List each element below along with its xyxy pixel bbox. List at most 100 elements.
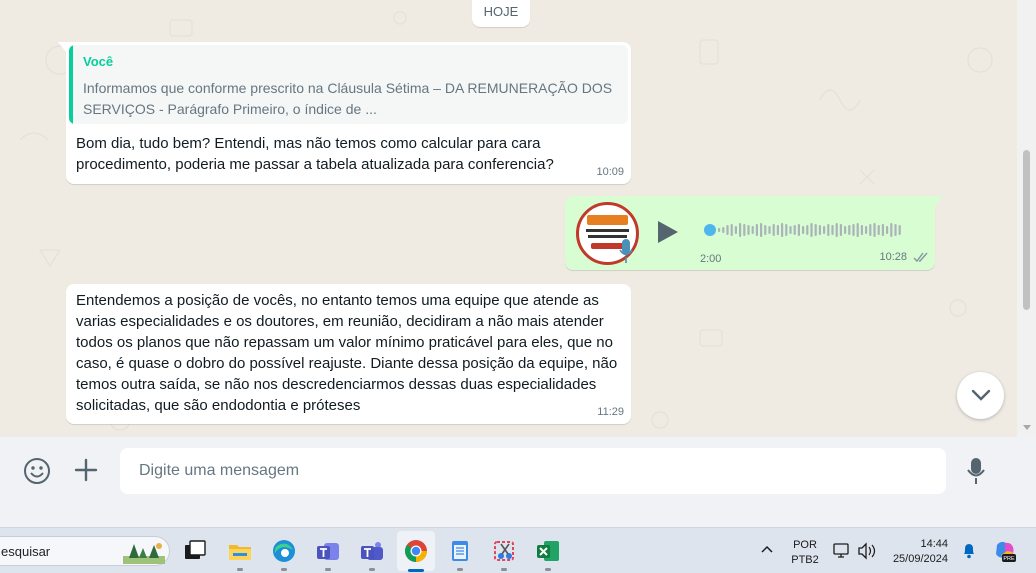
voice-message-bubble-outgoing[interactable]: 2:00 10:28	[565, 196, 943, 270]
emoji-icon[interactable]	[23, 457, 51, 485]
waveform-bar	[898, 225, 901, 235]
waveform-bar	[718, 228, 721, 232]
waveform-bar	[747, 225, 750, 235]
waveform-bar	[839, 224, 842, 236]
waveform-bar	[886, 226, 889, 234]
waveform-bar	[806, 225, 809, 235]
language-indicator[interactable]: POR PTB2	[790, 538, 820, 568]
chrome-icon[interactable]	[403, 538, 429, 564]
waveform-bar	[894, 224, 897, 236]
waveform-bar	[755, 224, 758, 236]
chat-scrollbar[interactable]	[1017, 0, 1036, 437]
avatar-logo-text	[586, 229, 629, 232]
message-composer	[0, 437, 1017, 508]
voice-mic-icon	[619, 239, 633, 263]
bubble-tail	[58, 42, 66, 52]
waveform-playhead[interactable]	[704, 224, 716, 236]
taskbar-search-text: esquisar	[1, 544, 51, 559]
quote-author: Você	[83, 54, 114, 69]
play-icon[interactable]	[658, 221, 678, 243]
waveform-bar	[818, 225, 821, 235]
keyboard-layout: PTB2	[791, 554, 819, 566]
waveform-bar	[814, 224, 817, 236]
waveform-bar	[797, 224, 800, 236]
notepad-icon[interactable]	[447, 538, 473, 564]
message-time: 10:09	[596, 166, 624, 178]
system-clock[interactable]: 14:44 25/09/2024	[886, 537, 948, 567]
waveform-bar	[772, 224, 775, 236]
avatar-logo-mark	[587, 215, 628, 225]
windows-taskbar: esquisar POR PTB2 14:44 25/09/2024 PRE	[0, 527, 1036, 573]
message-text: Entendemos a posição de vocês, no entant…	[76, 292, 618, 414]
running-indicator	[281, 568, 287, 571]
waveform-bar	[722, 227, 725, 233]
chat-panel: HOJE Você Informamos que conforme prescr…	[0, 0, 1017, 437]
waveform-bar	[860, 225, 863, 235]
network-volume-icons[interactable]	[833, 542, 877, 560]
language-code: POR	[793, 539, 817, 551]
quote-accent-bar	[69, 45, 73, 124]
waveform-bar	[776, 225, 779, 235]
microphone-icon[interactable]	[966, 457, 986, 485]
waveform-bar	[802, 226, 805, 234]
message-bubble-incoming[interactable]: Entendemos a posição de vocês, no entant…	[66, 284, 631, 424]
waveform-bar	[827, 224, 830, 236]
scrollbar-down-arrow[interactable]	[1023, 425, 1031, 430]
running-indicator	[237, 568, 243, 571]
avatar-logo-text	[588, 235, 627, 238]
quoted-message[interactable]: Você Informamos que conforme prescrito n…	[69, 45, 628, 124]
waveform-bar	[730, 224, 733, 236]
scroll-to-bottom-button[interactable]	[957, 372, 1004, 419]
waveform-bar	[831, 225, 834, 235]
waveform-bar	[869, 224, 872, 236]
chevron-up-icon[interactable]	[761, 544, 773, 554]
file-explorer-icon[interactable]	[227, 538, 253, 564]
bell-icon[interactable]	[962, 542, 976, 559]
active-indicator	[408, 569, 424, 572]
running-indicator	[457, 568, 463, 571]
message-text: Bom dia, tudo bem? Entendi, mas não temo…	[76, 135, 554, 173]
message-time: 10:28	[879, 251, 907, 263]
waveform-bar	[726, 225, 729, 235]
waveform-bar	[764, 225, 767, 235]
copilot-badge: PRE	[1003, 556, 1015, 562]
audio-waveform[interactable]	[704, 220, 914, 240]
waveform-bar	[739, 223, 742, 237]
waveform-bar	[768, 226, 771, 234]
teams-icon[interactable]	[359, 538, 385, 564]
edge-icon[interactable]	[271, 538, 297, 564]
waveform-bar	[890, 223, 893, 237]
teams-work-icon[interactable]	[315, 538, 341, 564]
taskbar-search-box[interactable]: esquisar	[0, 536, 170, 566]
quote-text: Informamos que conforme prescrito na Clá…	[83, 80, 613, 117]
task-view-icon[interactable]	[182, 538, 208, 564]
running-indicator	[501, 568, 507, 571]
waveform-bar	[835, 223, 838, 237]
running-indicator	[369, 568, 375, 571]
waveform-bar	[789, 226, 792, 234]
waveform-bar	[810, 223, 813, 237]
snipping-tool-icon[interactable]	[491, 538, 517, 564]
waveform-bar	[873, 223, 876, 237]
plus-icon[interactable]	[73, 457, 99, 483]
excel-icon[interactable]	[535, 538, 561, 564]
search-highlight-icon	[123, 543, 165, 564]
date-chip: HOJE	[472, 0, 530, 27]
scrollbar-thumb[interactable]	[1023, 150, 1030, 310]
waveform-bar	[856, 223, 859, 237]
waveform-bar	[781, 223, 784, 237]
window-edge	[1017, 437, 1036, 508]
copilot-icon[interactable]: PRE	[993, 539, 1017, 563]
waveform-bar	[734, 226, 737, 234]
message-input[interactable]	[120, 448, 946, 494]
waveform-bar	[793, 225, 796, 235]
waveform-bar	[785, 224, 788, 236]
message-bubble-incoming[interactable]: Você Informamos que conforme prescrito n…	[58, 42, 631, 184]
waveform-bar	[751, 226, 754, 234]
voice-duration: 2:00	[700, 253, 722, 265]
waveform-bar	[881, 224, 884, 236]
running-indicator	[545, 568, 551, 571]
waveform-bar	[760, 223, 763, 237]
running-indicator	[325, 568, 331, 571]
clock-time: 14:44	[920, 538, 948, 550]
